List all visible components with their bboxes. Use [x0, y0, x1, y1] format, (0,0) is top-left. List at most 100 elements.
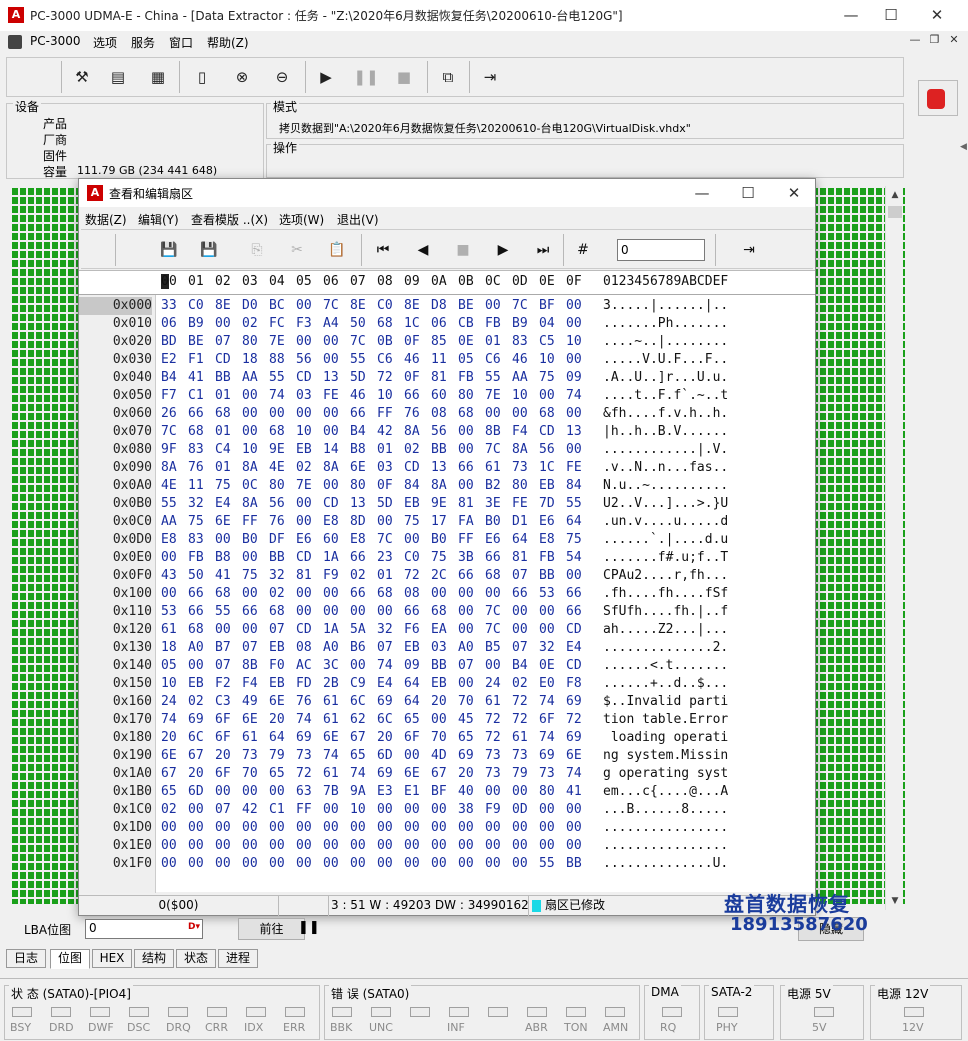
hex-byte[interactable]: 01 — [485, 333, 501, 351]
hex-byte[interactable]: 20 — [269, 711, 285, 729]
hex-byte[interactable]: 80 — [539, 783, 555, 801]
hex-byte[interactable]: 00 — [485, 837, 501, 855]
hex-byte[interactable]: FE — [566, 459, 582, 477]
hex-byte[interactable]: 07 — [458, 657, 474, 675]
hex-byte[interactable]: F4 — [512, 423, 528, 441]
hex-byte[interactable]: 0E — [458, 333, 474, 351]
hex-byte[interactable]: 11 — [188, 477, 204, 495]
hex-byte[interactable]: 41 — [566, 783, 582, 801]
row-ascii[interactable]: .v..N..n...fas.. — [603, 459, 728, 477]
hex-byte[interactable]: AA — [161, 513, 177, 531]
hex-byte[interactable]: 00 — [485, 405, 501, 423]
row-ascii[interactable]: ..............U. — [603, 855, 728, 873]
hex-byte[interactable]: 00 — [458, 621, 474, 639]
hex-byte[interactable]: E4 — [566, 639, 582, 657]
hex-byte[interactable]: 3C — [323, 657, 339, 675]
hex-byte[interactable]: 5A — [350, 621, 366, 639]
hex-byte[interactable]: 55 — [350, 351, 366, 369]
hex-byte[interactable]: 8E — [350, 297, 366, 315]
hex-byte[interactable]: 68 — [188, 423, 204, 441]
hex-byte[interactable]: 7D — [539, 495, 555, 513]
hex-byte[interactable]: 00 — [539, 801, 555, 819]
row-ascii[interactable]: N.u..~.......... — [603, 477, 728, 495]
hex-byte[interactable]: 74 — [296, 711, 312, 729]
dialog-menu-options[interactable]: 选项(W) — [279, 211, 324, 228]
hex-byte[interactable]: FE — [512, 495, 528, 513]
lba-dropdown-icon[interactable]: D▾ — [188, 922, 200, 932]
tab-process[interactable]: 进程 — [218, 949, 258, 968]
hex-byte[interactable]: 67 — [431, 765, 447, 783]
row-ascii[interactable]: $..Invalid parti — [603, 693, 728, 711]
hex-byte[interactable]: 03 — [431, 639, 447, 657]
hex-byte[interactable]: 76 — [404, 405, 420, 423]
hex-byte[interactable]: C9 — [350, 675, 366, 693]
hex-byte[interactable]: 10 — [566, 333, 582, 351]
hex-byte[interactable]: 69 — [377, 765, 393, 783]
hex-byte[interactable]: 00 — [323, 603, 339, 621]
hex-byte[interactable]: 00 — [431, 801, 447, 819]
hex-byte[interactable]: 74 — [377, 657, 393, 675]
dialog-minimize-icon[interactable]: — — [679, 179, 725, 207]
hex-byte[interactable]: 00 — [566, 297, 582, 315]
hex-byte[interactable]: 76 — [188, 459, 204, 477]
hex-byte[interactable]: 00 — [161, 819, 177, 837]
hex-byte[interactable]: 88 — [269, 351, 285, 369]
hex-byte[interactable]: E8 — [539, 531, 555, 549]
hex-byte[interactable]: 00 — [242, 387, 258, 405]
hex-byte[interactable]: 00 — [404, 837, 420, 855]
hex-byte[interactable]: 66 — [485, 549, 501, 567]
dialog-maximize-icon[interactable]: ☐ — [725, 179, 771, 207]
hex-byte[interactable]: 0E — [539, 657, 555, 675]
hex-byte[interactable]: 67 — [161, 765, 177, 783]
hex-byte[interactable]: 13 — [350, 495, 366, 513]
hex-byte[interactable]: E3 — [377, 783, 393, 801]
hex-byte[interactable]: 63 — [296, 783, 312, 801]
hex-byte[interactable]: 07 — [512, 567, 528, 585]
hex-byte[interactable]: 84 — [404, 477, 420, 495]
hex-byte[interactable]: 00 — [296, 603, 312, 621]
hex-byte[interactable]: B8 — [215, 549, 231, 567]
hex-byte[interactable]: 45 — [458, 711, 474, 729]
hex-byte[interactable]: 00 — [323, 405, 339, 423]
hex-byte[interactable]: 49 — [242, 693, 258, 711]
hex-byte[interactable]: 6E — [404, 765, 420, 783]
hex-byte[interactable]: EB — [404, 639, 420, 657]
goto-sector-icon[interactable]: # — [571, 238, 595, 262]
row-ascii[interactable]: ....~..|........ — [603, 333, 728, 351]
row-ascii[interactable]: ..............2. — [603, 639, 728, 657]
hex-byte[interactable]: 6E — [161, 747, 177, 765]
hex-byte[interactable]: 00 — [566, 837, 582, 855]
tab-log[interactable]: 日志 — [6, 949, 46, 968]
hex-byte[interactable]: 62 — [350, 711, 366, 729]
hex-byte[interactable]: 00 — [323, 351, 339, 369]
dialog-menu-data[interactable]: 数据(Z) — [85, 211, 127, 228]
hex-byte[interactable]: E8 — [350, 531, 366, 549]
hex-byte[interactable]: 08 — [296, 639, 312, 657]
hex-byte[interactable]: 65 — [269, 765, 285, 783]
play-icon[interactable]: ▶ — [313, 64, 339, 90]
hex-byte[interactable]: 0F — [377, 477, 393, 495]
hex-byte[interactable]: 70 — [242, 765, 258, 783]
hex-byte[interactable]: 24 — [161, 693, 177, 711]
hex-byte[interactable]: EB — [404, 495, 420, 513]
hex-byte[interactable]: 60 — [323, 531, 339, 549]
hex-byte[interactable]: 4E — [161, 477, 177, 495]
hex-byte[interactable]: 73 — [539, 765, 555, 783]
hex-byte[interactable]: 69 — [188, 711, 204, 729]
hex-byte[interactable]: EB — [431, 675, 447, 693]
hex-byte[interactable]: 38 — [458, 801, 474, 819]
hex-byte[interactable]: 02 — [269, 585, 285, 603]
hex-byte[interactable]: 00 — [458, 603, 474, 621]
hex-byte[interactable]: 6E — [566, 747, 582, 765]
hex-byte[interactable]: 76 — [296, 693, 312, 711]
hex-byte[interactable]: 00 — [188, 855, 204, 873]
hex-byte[interactable]: 68 — [215, 405, 231, 423]
hex-byte[interactable]: 00 — [431, 837, 447, 855]
hex-byte[interactable]: 56 — [296, 351, 312, 369]
hex-byte[interactable]: 03 — [296, 387, 312, 405]
hex-byte[interactable]: 20 — [161, 729, 177, 747]
tab-status[interactable]: 状态 — [176, 949, 216, 968]
hex-byte[interactable]: E6 — [539, 513, 555, 531]
hex-byte[interactable]: 7C — [512, 297, 528, 315]
hex-byte[interactable]: 00 — [350, 819, 366, 837]
